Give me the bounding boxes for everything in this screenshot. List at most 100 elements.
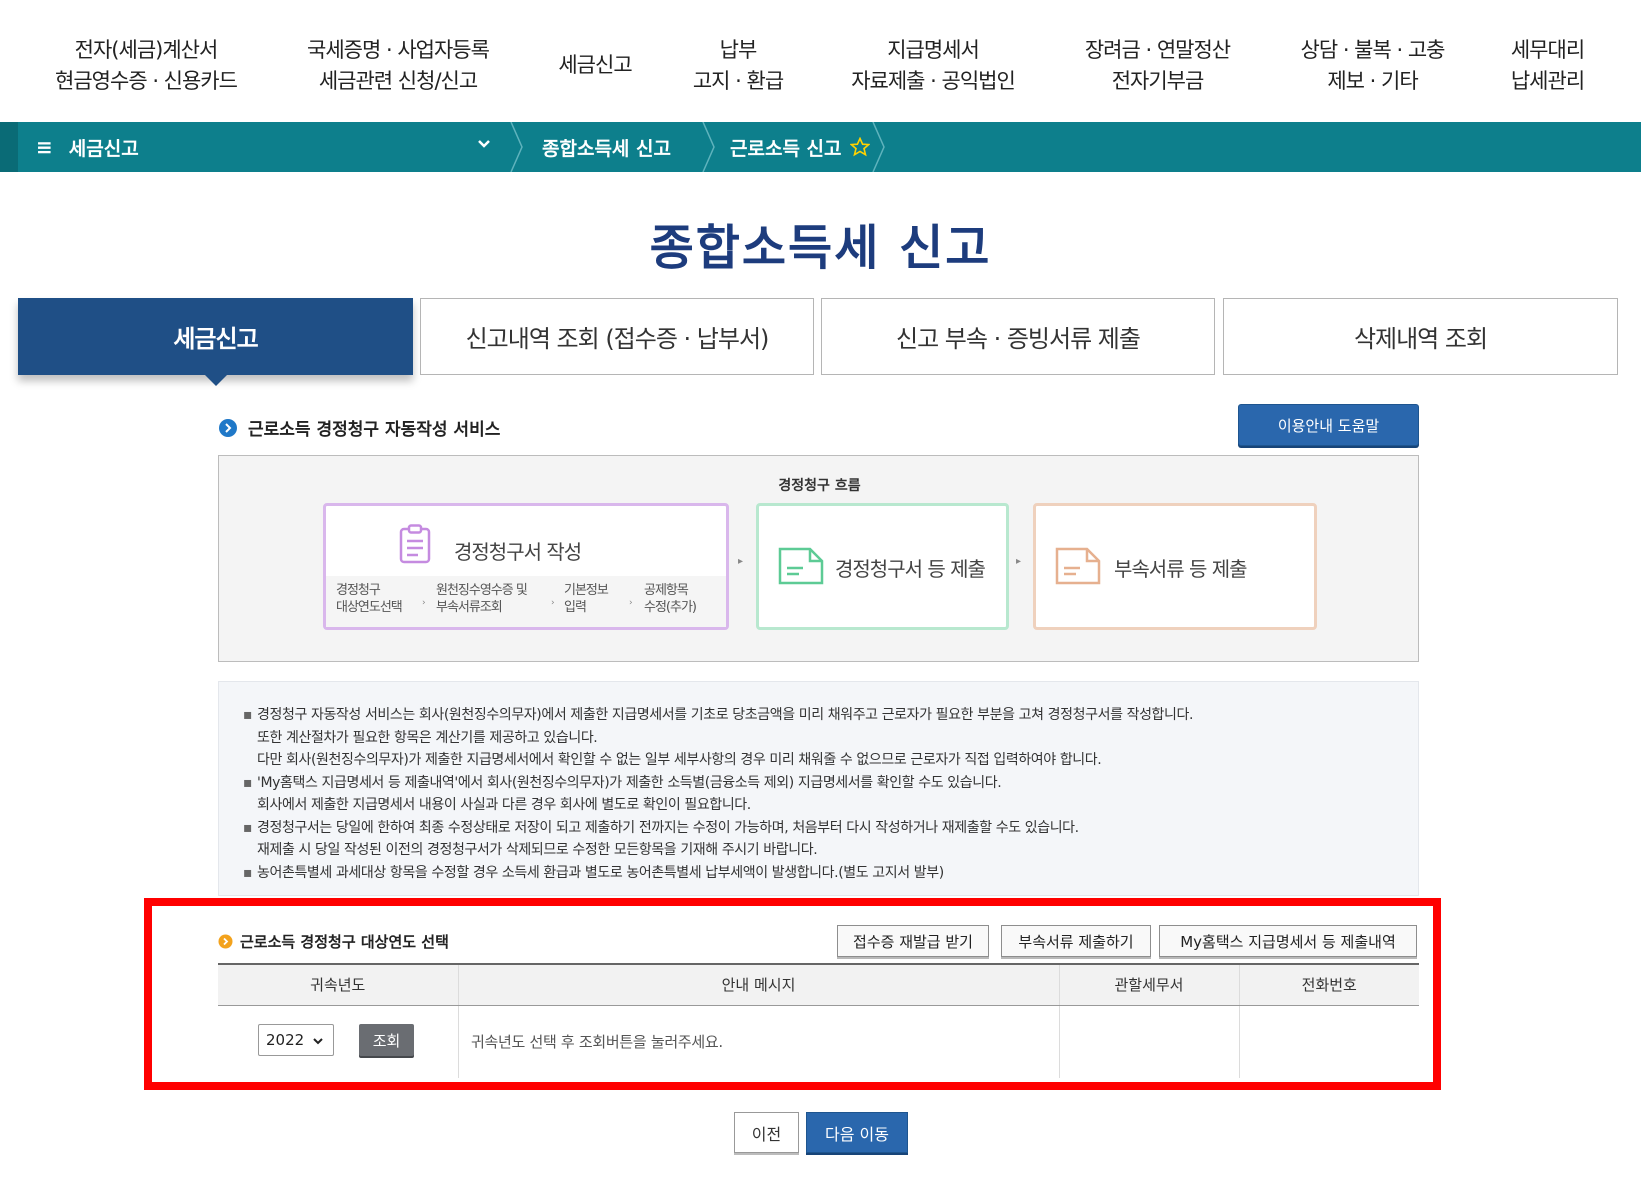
notice-list: ▪ 경정청구 자동작성 서비스는 회사(원천징수의무자)에서 제출한 지급명세서를… bbox=[243, 704, 1193, 884]
flow-substep: 원천징수영수증 및 부속서류조회 bbox=[436, 582, 528, 616]
nav-item-payment-statement[interactable]: 지급명세서 자료제출 · 공익법인 bbox=[843, 35, 1023, 97]
breadcrumb: ≡ 세금신고 종합소득세 신고 근로소득 신고 bbox=[0, 122, 1641, 172]
tab-supporting-documents[interactable]: 신고 부속 · 증빙서류 제출 bbox=[821, 298, 1215, 375]
year-select-heading-text: 근로소득 경정청구 대상연도 선택 bbox=[240, 933, 449, 951]
section-heading-text: 근로소득 경정청구 자동작성 서비스 bbox=[248, 420, 501, 440]
nav-item-line2: 납세관리 bbox=[1510, 69, 1585, 93]
nav-item-incentive[interactable]: 장려금 · 연말정산 전자기부금 bbox=[1075, 35, 1240, 97]
tab-deletion-history[interactable]: 삭제내역 조회 bbox=[1223, 298, 1618, 375]
column-header: 안내 메시지 bbox=[457, 963, 1059, 1006]
flow-substep-line1: 공제항목 bbox=[644, 583, 689, 598]
nav-item-line1: 장려금 · 연말정산 bbox=[1084, 38, 1231, 62]
breadcrumb-item-income-tax[interactable]: 종합소득세 신고 bbox=[542, 122, 671, 172]
arrow-circle-icon bbox=[218, 934, 233, 949]
my-hometax-statements-button[interactable]: My홈택스 지급명세서 등 제출내역 bbox=[1159, 925, 1417, 957]
table-header-row: 귀속년도 안내 메시지 관할세무서 전화번호 bbox=[218, 963, 1419, 1006]
arrow-circle-icon bbox=[219, 418, 237, 437]
query-button[interactable]: 조회 bbox=[359, 1024, 414, 1056]
flow-substep-arrow: › bbox=[422, 598, 426, 608]
nav-item-tax-filing[interactable]: 세금신고 bbox=[545, 50, 645, 81]
nav-item-line2: 현금영수증 · 신용카드 bbox=[55, 69, 238, 93]
notice-bullet: ▪ bbox=[243, 819, 253, 836]
year-select-value: 2022 bbox=[266, 1031, 305, 1049]
flow-substep-line1: 원천징수영수증 및 bbox=[436, 583, 528, 598]
notice-text: 'My홈택스 지급명세서 등 제출내역'에서 회사(원천징수의무자)가 제출한 … bbox=[257, 774, 1002, 791]
nav-item-line1: 상담 · 불복 · 고충 bbox=[1300, 38, 1446, 62]
hamburger-icon: ≡ bbox=[36, 135, 53, 159]
star-outline-icon[interactable] bbox=[849, 137, 870, 157]
flow-diagram: 경정청구 흐름 경정청구서 작성 경정청구 대상연도선택 › 원천징수영수증 및… bbox=[218, 455, 1419, 662]
tax-office-cell bbox=[1058, 1005, 1239, 1078]
notice-item: ▪ 'My홈택스 지급명세서 등 제출내역'에서 회사(원천징수의무자)가 제출한… bbox=[243, 772, 1193, 795]
flow-step-submit-label: 경정청구서 등 제출 bbox=[835, 557, 986, 581]
breadcrumb-menu-dropdown[interactable]: ≡ 세금신고 bbox=[36, 122, 506, 172]
nav-item-line2: 전자기부금 bbox=[1111, 69, 1205, 93]
document-icon bbox=[1055, 547, 1101, 585]
nav-item-line2: 제보 · 기타 bbox=[1327, 69, 1418, 93]
nav-item-certificate[interactable]: 국세증명 · 사업자등록 세금관련 신청/신고 bbox=[298, 35, 498, 97]
notice-item: 다만 회사(원천징수의무자)가 제출한 지급명세서에서 확인할 수 없는 일부 … bbox=[243, 749, 1193, 772]
breadcrumb-menu-label: 세금신고 bbox=[68, 137, 139, 160]
notice-item: 회사에서 제출한 지급명세서 내용이 사실과 다른 경우 회사에 별도로 확인이… bbox=[243, 794, 1193, 817]
breadcrumb-separator bbox=[510, 122, 523, 172]
nav-item-line1: 세금신고 bbox=[558, 53, 632, 77]
notice-box: ▪ 경정청구 자동작성 서비스는 회사(원천징수의무자)에서 제출한 지급명세서를… bbox=[218, 681, 1419, 896]
flow-step-attachments: 부속서류 등 제출 bbox=[1033, 503, 1317, 630]
help-guide-button[interactable]: 이용안내 도움말 bbox=[1238, 404, 1419, 446]
notice-text: 경정청구서는 당일에 한하여 최종 수정상태로 저장이 되고 제출하기 전까지는… bbox=[257, 819, 1079, 836]
nav-item-consulting[interactable]: 상담 · 불복 · 고충 제보 · 기타 bbox=[1290, 35, 1455, 97]
notice-text: 다만 회사(원천징수의무자)가 제출한 지급명세서에서 확인할 수 없는 일부 … bbox=[257, 752, 1102, 768]
flow-arrow: ▸ bbox=[738, 556, 744, 567]
notice-bullet: ▪ bbox=[243, 707, 253, 723]
notice-text: 회사에서 제출한 지급명세서 내용이 사실과 다른 경우 회사에 별도로 확인이… bbox=[257, 797, 751, 813]
nav-item-line2: 고지 · 환급 bbox=[692, 69, 784, 93]
flow-substeps: 경정청구 대상연도선택 › 원천징수영수증 및 부속서류조회 › 기본정보 입력… bbox=[326, 576, 726, 627]
flow-substep-arrow: › bbox=[551, 598, 555, 608]
notice-text: 농어촌특별세 과세대상 항목을 수정할 경우 소득세 환급과 별도로 농어촌특별… bbox=[257, 864, 944, 881]
flow-step-attachments-label: 부속서류 등 제출 bbox=[1114, 557, 1248, 581]
nav-item-line1: 국세증명 · 사업자등록 bbox=[307, 38, 490, 62]
flow-step-write-label: 경정청구서 작성 bbox=[454, 540, 582, 564]
notice-bullet: ▪ bbox=[243, 774, 253, 791]
receipt-reissue-button[interactable]: 접수증 재발급 받기 bbox=[837, 925, 989, 957]
notice-text: 경정청구 자동작성 서비스는 회사(원천징수의무자)에서 제출한 지급명세서를 … bbox=[257, 707, 1194, 723]
nav-item-line1: 납부 bbox=[719, 38, 758, 62]
flow-arrow: ▸ bbox=[1016, 556, 1022, 567]
notice-item: 재제출 시 당일 작성된 이전의 경정청구서가 삭제되므로 수정한 모든항목을 … bbox=[243, 839, 1193, 862]
column-header: 전화번호 bbox=[1238, 963, 1419, 1006]
notice-item: ▪ 경정청구서는 당일에 한하여 최종 수정상태로 저장이 되고 제출하기 전까지… bbox=[243, 817, 1193, 840]
nav-item-e-invoice[interactable]: 전자(세금)계산서 현금영수증 · 신용카드 bbox=[46, 35, 246, 97]
nav-item-line1: 전자(세금)계산서 bbox=[74, 38, 219, 62]
flow-substep: 공제항목 수정(추가) bbox=[644, 582, 697, 616]
flow-title: 경정청구 흐름 bbox=[778, 478, 861, 494]
clipboard-icon bbox=[399, 524, 431, 564]
flow-substep-arrow: › bbox=[629, 598, 633, 608]
submit-attachments-button[interactable]: 부속서류 제출하기 bbox=[1001, 925, 1151, 957]
flow-step-write: 경정청구서 작성 경정청구 대상연도선택 › 원천징수영수증 및 부속서류조회 … bbox=[323, 503, 729, 630]
notice-item: 또한 계산절차가 필요한 항목은 계산기를 제공하고 있습니다. bbox=[243, 727, 1193, 750]
breadcrumb-item-label: 근로소득 신고 bbox=[730, 137, 842, 160]
tab-tax-filing[interactable]: 세금신고 bbox=[18, 298, 413, 375]
section-heading: 근로소득 경정청구 자동작성 서비스 bbox=[218, 415, 500, 440]
notice-text: 또한 계산절차가 필요한 항목은 계산기를 제공하고 있습니다. bbox=[257, 729, 598, 746]
year-select-heading: 근로소득 경정청구 대상연도 선택 bbox=[218, 931, 449, 952]
breadcrumb-item-earned-income[interactable]: 근로소득 신고 bbox=[730, 122, 870, 172]
flow-substep-line2: 수정(추가) bbox=[644, 600, 697, 615]
column-header: 관할세무서 bbox=[1058, 963, 1239, 1006]
top-navigation: 전자(세금)계산서 현금영수증 · 신용카드 국세증명 · 사업자등록 세금관련… bbox=[0, 0, 1641, 122]
nav-item-line2: 세금관련 신청/신고 bbox=[318, 69, 478, 93]
flow-substep: 기본정보 입력 bbox=[564, 582, 609, 616]
notice-item: ▪ 농어촌특별세 과세대상 항목을 수정할 경우 소득세 환급과 별도로 농어촌특… bbox=[243, 862, 1193, 885]
notice-bullet: ▪ bbox=[243, 864, 253, 881]
flow-substep-line1: 기본정보 bbox=[564, 583, 609, 598]
tab-filing-history[interactable]: 신고내역 조회 (접수증 · 납부서) bbox=[420, 298, 814, 375]
nav-item-tax-agent[interactable]: 세무대리 납세관리 bbox=[1500, 35, 1595, 97]
year-select-dropdown[interactable]: 2022 bbox=[258, 1024, 334, 1056]
nav-item-line1: 세무대리 bbox=[1510, 38, 1585, 62]
column-header: 귀속년도 bbox=[218, 963, 458, 1006]
nav-item-payment[interactable]: 납부 고지 · 환급 bbox=[683, 35, 793, 97]
previous-button[interactable]: 이전 bbox=[734, 1112, 799, 1153]
flow-step-submit: 경정청구서 등 제출 bbox=[756, 503, 1009, 630]
next-button[interactable]: 다음 이동 bbox=[806, 1112, 908, 1153]
active-tab-pointer bbox=[205, 375, 227, 386]
